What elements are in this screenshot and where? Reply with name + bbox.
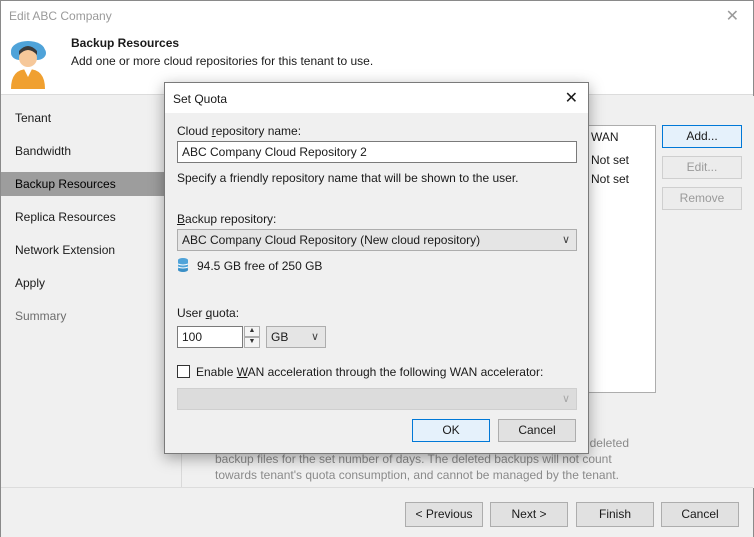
wan-accelerator-select: ∨ <box>177 388 577 410</box>
list-item[interactable]: Not set <box>591 172 629 186</box>
sidebar-item-apply[interactable]: Apply <box>1 271 165 295</box>
label-text: uota: <box>212 306 240 320</box>
note-line: towards tenant's quota consumption, and … <box>215 468 619 482</box>
sidebar-item-replica-resources[interactable]: Replica Resources <box>1 205 165 229</box>
cancel-button[interactable]: Cancel <box>661 502 739 527</box>
free-space-text: 94.5 GB free of 250 GB <box>197 259 323 273</box>
previous-button[interactable]: < Previous <box>405 502 483 527</box>
sidebar-item-network-extension[interactable]: Network Extension <box>1 238 165 262</box>
user-cloud-avatar-icon <box>11 41 46 89</box>
window-close-icon[interactable]: ✕ <box>726 6 739 26</box>
label-text: epository name: <box>215 124 302 138</box>
page-title: Backup Resources <box>71 36 180 50</box>
dialog-cancel-button[interactable]: Cancel <box>498 419 576 442</box>
finish-button[interactable]: Finish <box>576 502 654 527</box>
repo-name-hint: Specify a friendly repository name that … <box>177 171 519 185</box>
repo-name-field[interactable]: ABC Company Cloud Repository 2 <box>177 141 577 163</box>
label-accesskey: W <box>236 365 248 379</box>
next-button[interactable]: Next > <box>490 502 568 527</box>
chevron-down-icon: ∨ <box>561 393 570 405</box>
wizard-footer: < Previous Next > Finish Cancel <box>1 487 753 537</box>
backup-repo-label: Backup repository: <box>177 212 276 226</box>
dialog-close-icon[interactable]: ✕ <box>565 88 578 108</box>
backup-repo-select[interactable]: ABC Company Cloud Repository (New cloud … <box>177 229 577 251</box>
label-text: AN acceleration through the following WA… <box>247 365 544 379</box>
remove-repository-button: Remove <box>662 187 742 210</box>
ok-button[interactable]: OK <box>412 419 490 442</box>
column-header-wan: WAN <box>591 130 619 144</box>
chevron-down-icon: ∨ <box>561 234 570 246</box>
sidebar-item-tenant[interactable]: Tenant <box>1 106 165 130</box>
database-icon <box>177 258 189 272</box>
dialog-titlebar: Set Quota ✕ <box>165 83 588 113</box>
wan-acceleration-label[interactable]: Enable WAN acceleration through the foll… <box>196 365 543 379</box>
page-subtitle: Add one or more cloud repositories for t… <box>71 54 374 68</box>
repo-name-label: Cloud repository name: <box>177 124 301 138</box>
label-text: Cloud <box>177 124 212 138</box>
select-value: GB <box>271 330 289 344</box>
edit-repository-button: Edit... <box>662 156 742 179</box>
quota-decrement-button[interactable]: ▼ <box>244 337 260 348</box>
repositories-list[interactable]: WAN Not set Not set <box>586 125 656 393</box>
window-title: Edit ABC Company <box>9 9 112 23</box>
label-text: ackup repository: <box>185 212 277 226</box>
wizard-steps-sidebar: Tenant Bandwidth Backup Resources Replic… <box>1 96 165 486</box>
wan-acceleration-checkbox[interactable] <box>177 365 190 378</box>
sidebar-item-backup-resources[interactable]: Backup Resources <box>1 172 165 196</box>
set-quota-dialog: Set Quota ✕ Cloud repository name: ABC C… <box>164 82 589 454</box>
sidebar-item-bandwidth[interactable]: Bandwidth <box>1 139 165 163</box>
select-value: ABC Company Cloud Repository (New cloud … <box>182 233 481 247</box>
dialog-title: Set Quota <box>173 92 228 106</box>
chevron-down-icon: ∨ <box>310 331 319 343</box>
quota-increment-button[interactable]: ▲ <box>244 326 260 337</box>
user-quota-input[interactable]: 100 <box>177 326 243 348</box>
sidebar-item-summary: Summary <box>15 309 67 323</box>
quota-unit-select[interactable]: GB ∨ <box>266 326 326 348</box>
label-text: Enable <box>196 365 237 379</box>
user-quota-label: User quota: <box>177 306 239 320</box>
window-titlebar: Edit ABC Company ✕ <box>1 1 753 31</box>
label-text: User <box>177 306 206 320</box>
label-accesskey: B <box>177 212 186 226</box>
add-repository-button[interactable]: Add... <box>662 125 742 148</box>
list-item[interactable]: Not set <box>591 153 629 167</box>
